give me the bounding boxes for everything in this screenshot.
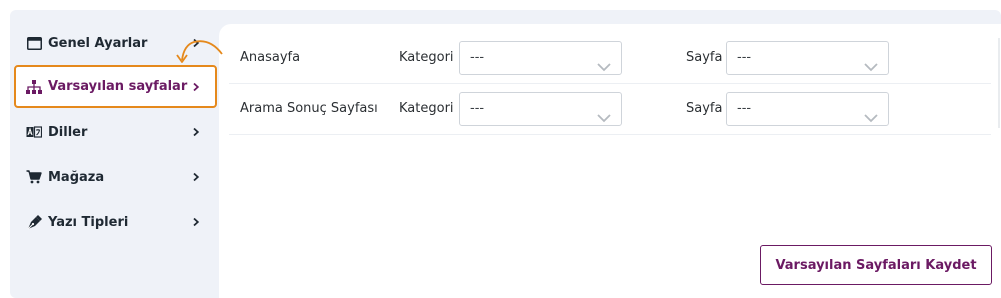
default-page-row: Anasayfa Kategori --- Sayfa --- [229, 33, 991, 84]
category-label: Kategori [399, 101, 454, 116]
select-value: --- [470, 101, 485, 116]
chevron-right-icon [191, 172, 201, 182]
sidebar-item-diller[interactable]: Diller [14, 112, 217, 152]
default-page-row: Arama Sonuç Sayfası Kategori --- Sayfa -… [229, 84, 991, 135]
chevron-right-icon [191, 82, 201, 92]
sidebar-item-label: Mağaza [48, 169, 105, 185]
category-select[interactable]: --- [459, 92, 622, 126]
pen-nib-icon [26, 214, 42, 230]
sidebar-item-label: Yazı Tipleri [48, 214, 129, 230]
select-value: --- [737, 50, 752, 65]
sitemap-icon [26, 79, 42, 95]
category-select[interactable]: --- [459, 41, 622, 75]
language-icon [26, 124, 42, 140]
save-default-pages-button[interactable]: Varsayılan Sayfaları Kaydet [760, 245, 992, 285]
page-label: Sayfa [686, 101, 723, 116]
chevron-down-icon [597, 104, 611, 123]
page-select[interactable]: --- [726, 92, 889, 126]
chevron-right-icon [191, 217, 201, 227]
chevron-down-icon [864, 53, 878, 72]
window-icon [26, 35, 42, 51]
row-title: Arama Sonuç Sayfası [240, 101, 378, 116]
chevron-down-icon [597, 53, 611, 72]
sidebar-item-label: Varsayılan sayfalar [48, 79, 188, 94]
sidebar-item-yazi-tipleri[interactable]: Yazı Tipleri [14, 202, 217, 242]
category-label: Kategori [399, 50, 454, 65]
settings-screen: Genel Ayarlar Varsayılan sayfalar Diller [0, 0, 1001, 298]
sidebar-item-magaza[interactable]: Mağaza [14, 157, 217, 197]
cart-icon [26, 169, 42, 185]
chevron-down-icon [864, 104, 878, 123]
annotation-arrow-icon [176, 40, 223, 63]
chevron-right-icon [191, 127, 201, 137]
select-value: --- [470, 50, 485, 65]
row-title: Anasayfa [240, 50, 301, 65]
page-label: Sayfa [686, 50, 723, 65]
select-value: --- [737, 101, 752, 116]
panel-edge-divider [998, 38, 1000, 128]
page-select[interactable]: --- [726, 41, 889, 75]
sidebar-item-label: Diller [48, 124, 88, 140]
